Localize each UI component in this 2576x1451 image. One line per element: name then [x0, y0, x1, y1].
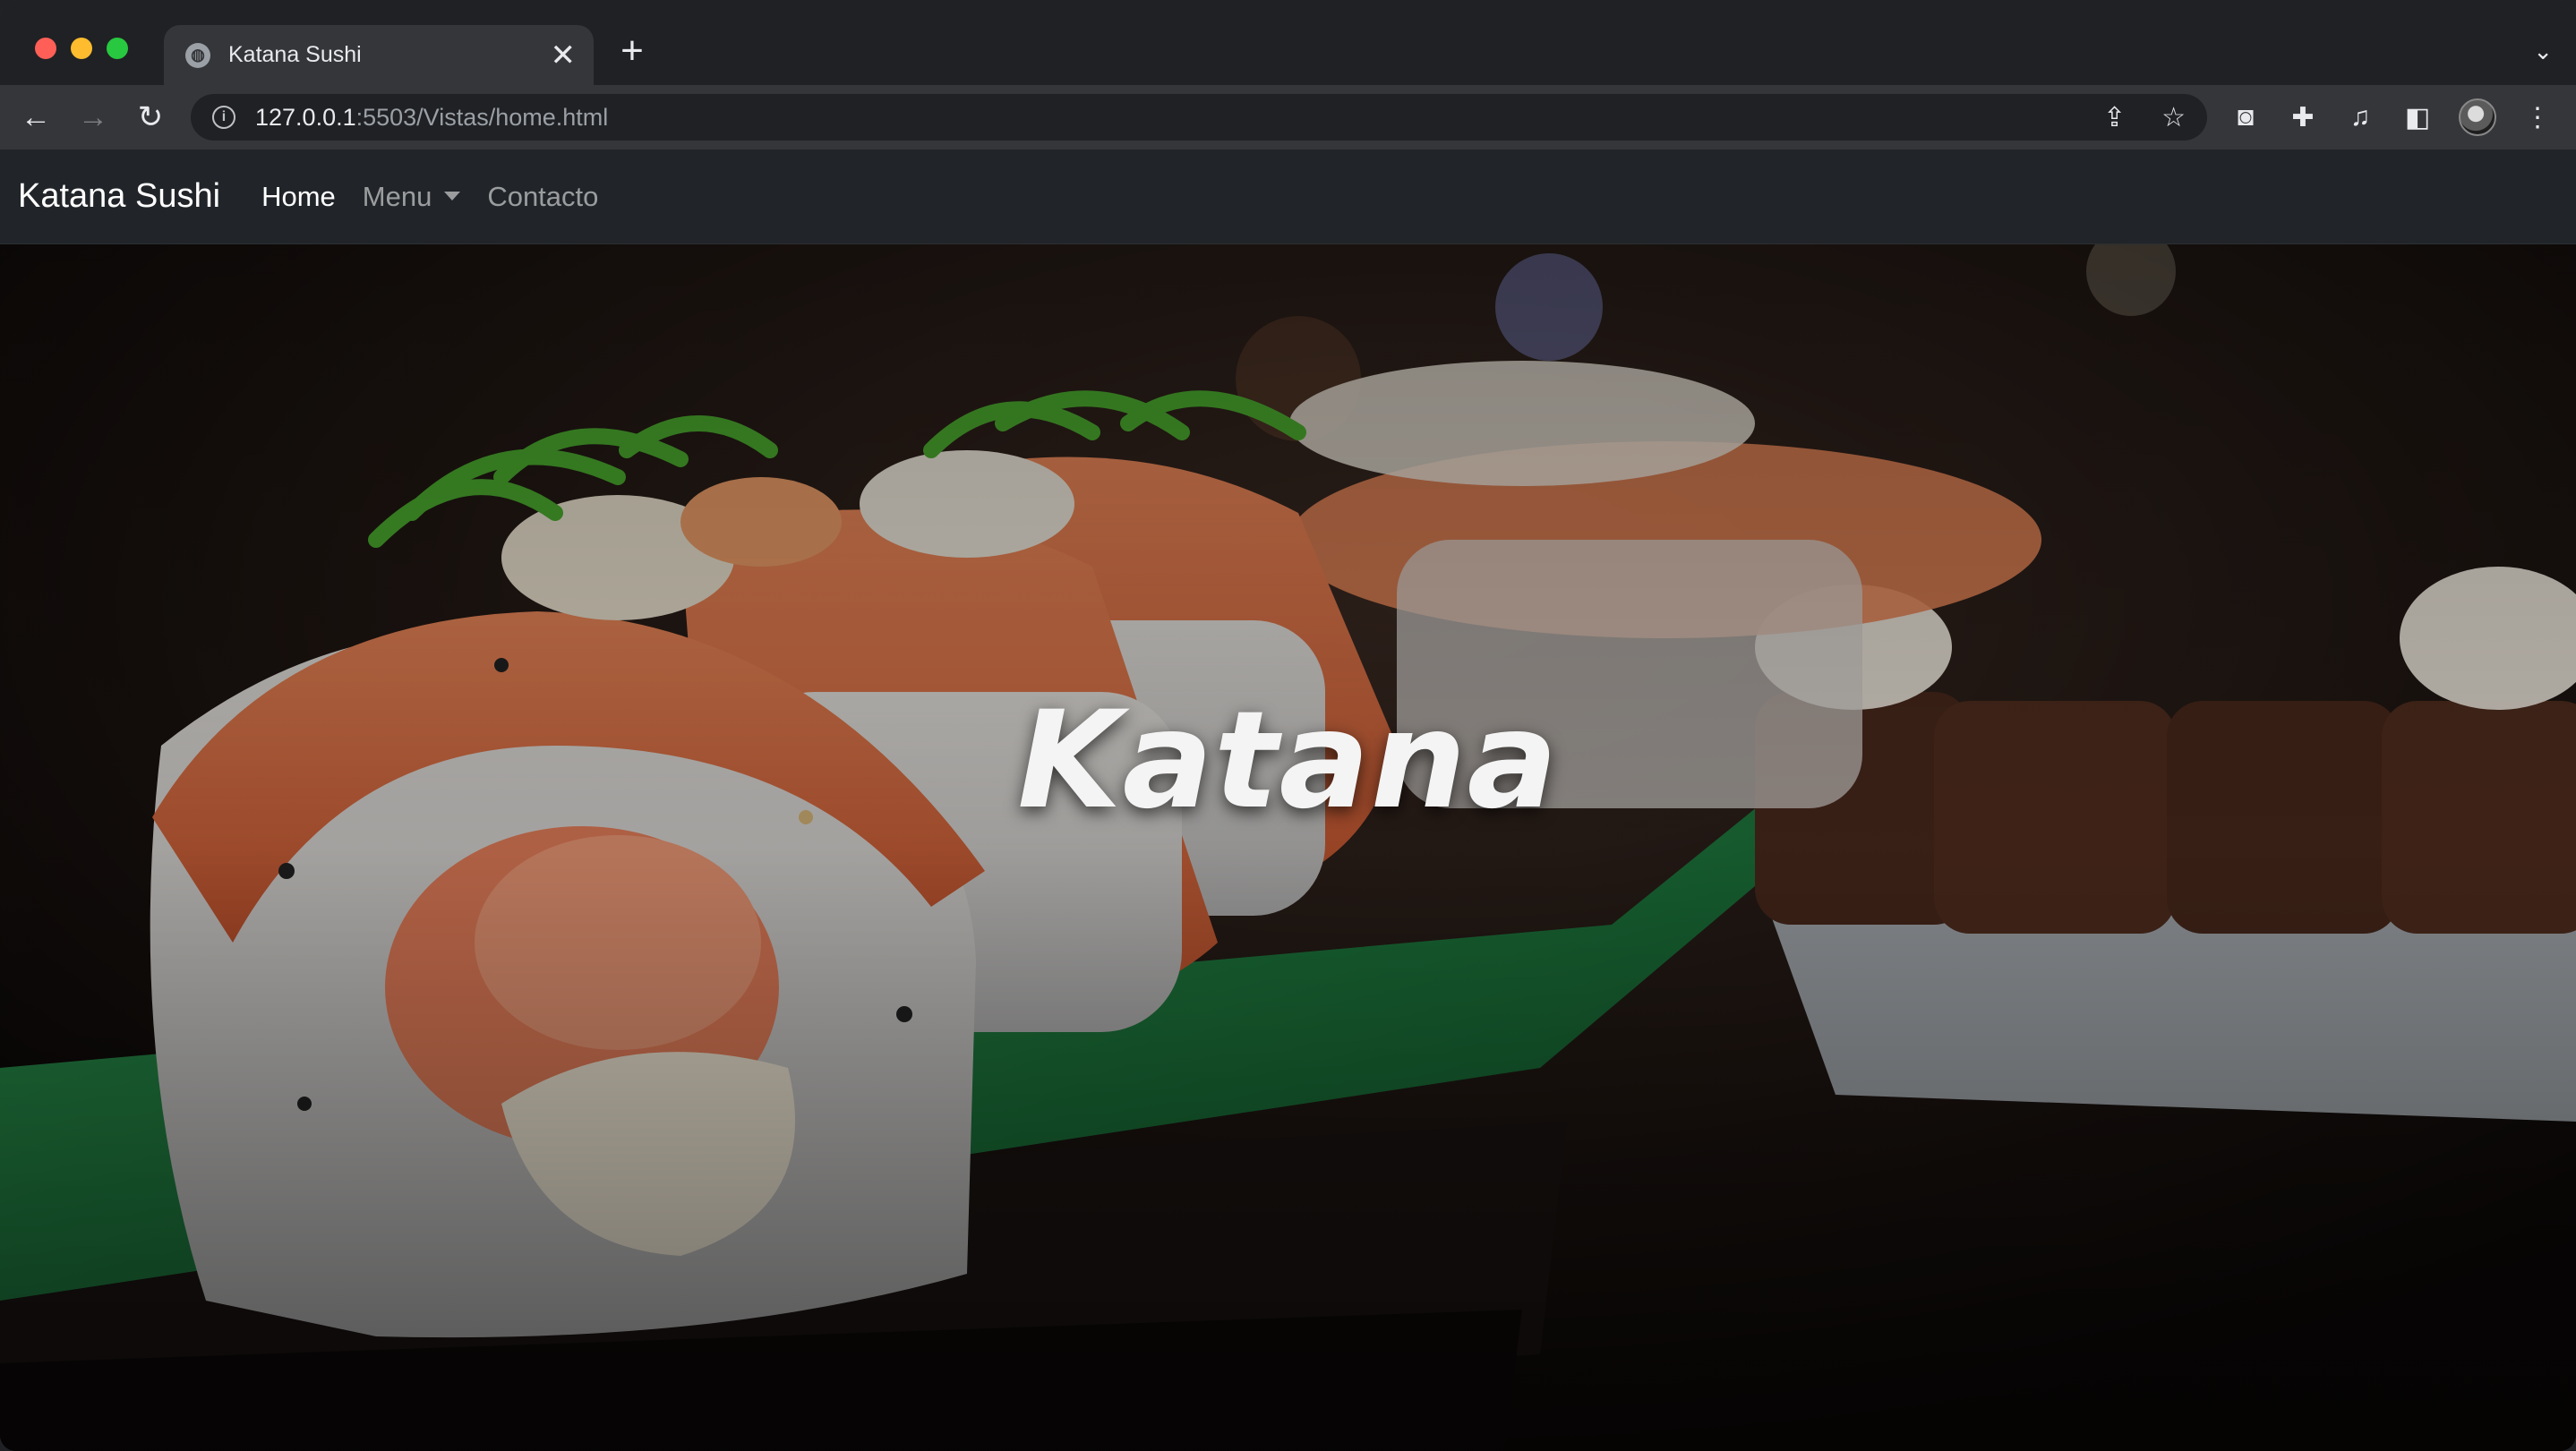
media-icon[interactable]: ♫ — [2344, 102, 2376, 132]
url-path: :5503/Vistas/home.html — [355, 103, 609, 131]
address-bar[interactable]: i 127.0.0.1:5503/Vistas/home.html ⇪ ☆ — [191, 94, 2207, 141]
nav-dropdown-menu[interactable]: Menu — [363, 181, 461, 213]
chevron-down-icon — [444, 191, 461, 201]
maximize-window-button[interactable] — [107, 38, 128, 59]
close-window-button[interactable] — [35, 38, 56, 59]
hero-banner: Katana — [0, 244, 2576, 1451]
browser-window: ◍ Katana Sushi ✕ + ⌄ ← → ↻ i 127.0.0.1:5… — [0, 0, 2576, 1451]
tab-close-icon[interactable]: ✕ — [551, 40, 577, 71]
puzzle-icon[interactable]: ✚ — [2287, 102, 2319, 133]
globe-icon: ◍ — [185, 42, 210, 68]
site-brand[interactable]: Katana Sushi — [18, 177, 220, 216]
nav-link-home[interactable]: Home — [261, 181, 336, 213]
url-host: 127.0.0.1 — [255, 103, 356, 131]
sushi-hero-image — [0, 244, 2576, 1451]
sidepanel-icon[interactable]: ◧ — [2401, 102, 2434, 133]
tab-title: Katana Sushi — [228, 42, 362, 67]
extension-icon[interactable]: ◙ — [2229, 102, 2262, 132]
url-text[interactable]: 127.0.0.1:5503/Vistas/home.html — [255, 104, 608, 132]
extensions-area: ◙ ✚ ♫ ◧ ⋮ — [2229, 96, 2554, 139]
share-icon[interactable]: ⇪ — [2103, 102, 2126, 133]
browser-toolbar: ← → ↻ i 127.0.0.1:5503/Vistas/home.html … — [0, 85, 2576, 149]
profile-avatar[interactable] — [2459, 98, 2496, 136]
reload-icon[interactable]: ↻ — [129, 96, 172, 139]
back-icon[interactable]: ← — [14, 96, 57, 139]
tab-strip: ◍ Katana Sushi ✕ + ⌄ — [0, 0, 2576, 85]
active-tab[interactable]: ◍ Katana Sushi ✕ — [164, 25, 594, 85]
tab-search-icon[interactable]: ⌄ — [2533, 38, 2553, 65]
forward-icon[interactable]: → — [72, 96, 115, 139]
menu-kebab-icon[interactable]: ⋮ — [2521, 102, 2554, 133]
site-navbar: Katana Sushi Home Menu Contacto — [0, 149, 2576, 244]
nav-link-contact[interactable]: Contacto — [487, 181, 598, 213]
web-page: Katana Sushi Home Menu Contacto Katana — [0, 149, 2576, 1451]
nav-menu-label: Menu — [362, 180, 432, 212]
minimize-window-button[interactable] — [71, 38, 92, 59]
info-icon[interactable]: i — [212, 106, 235, 129]
new-tab-button[interactable]: + — [614, 31, 650, 71]
bookmark-star-icon[interactable]: ☆ — [2161, 102, 2186, 133]
